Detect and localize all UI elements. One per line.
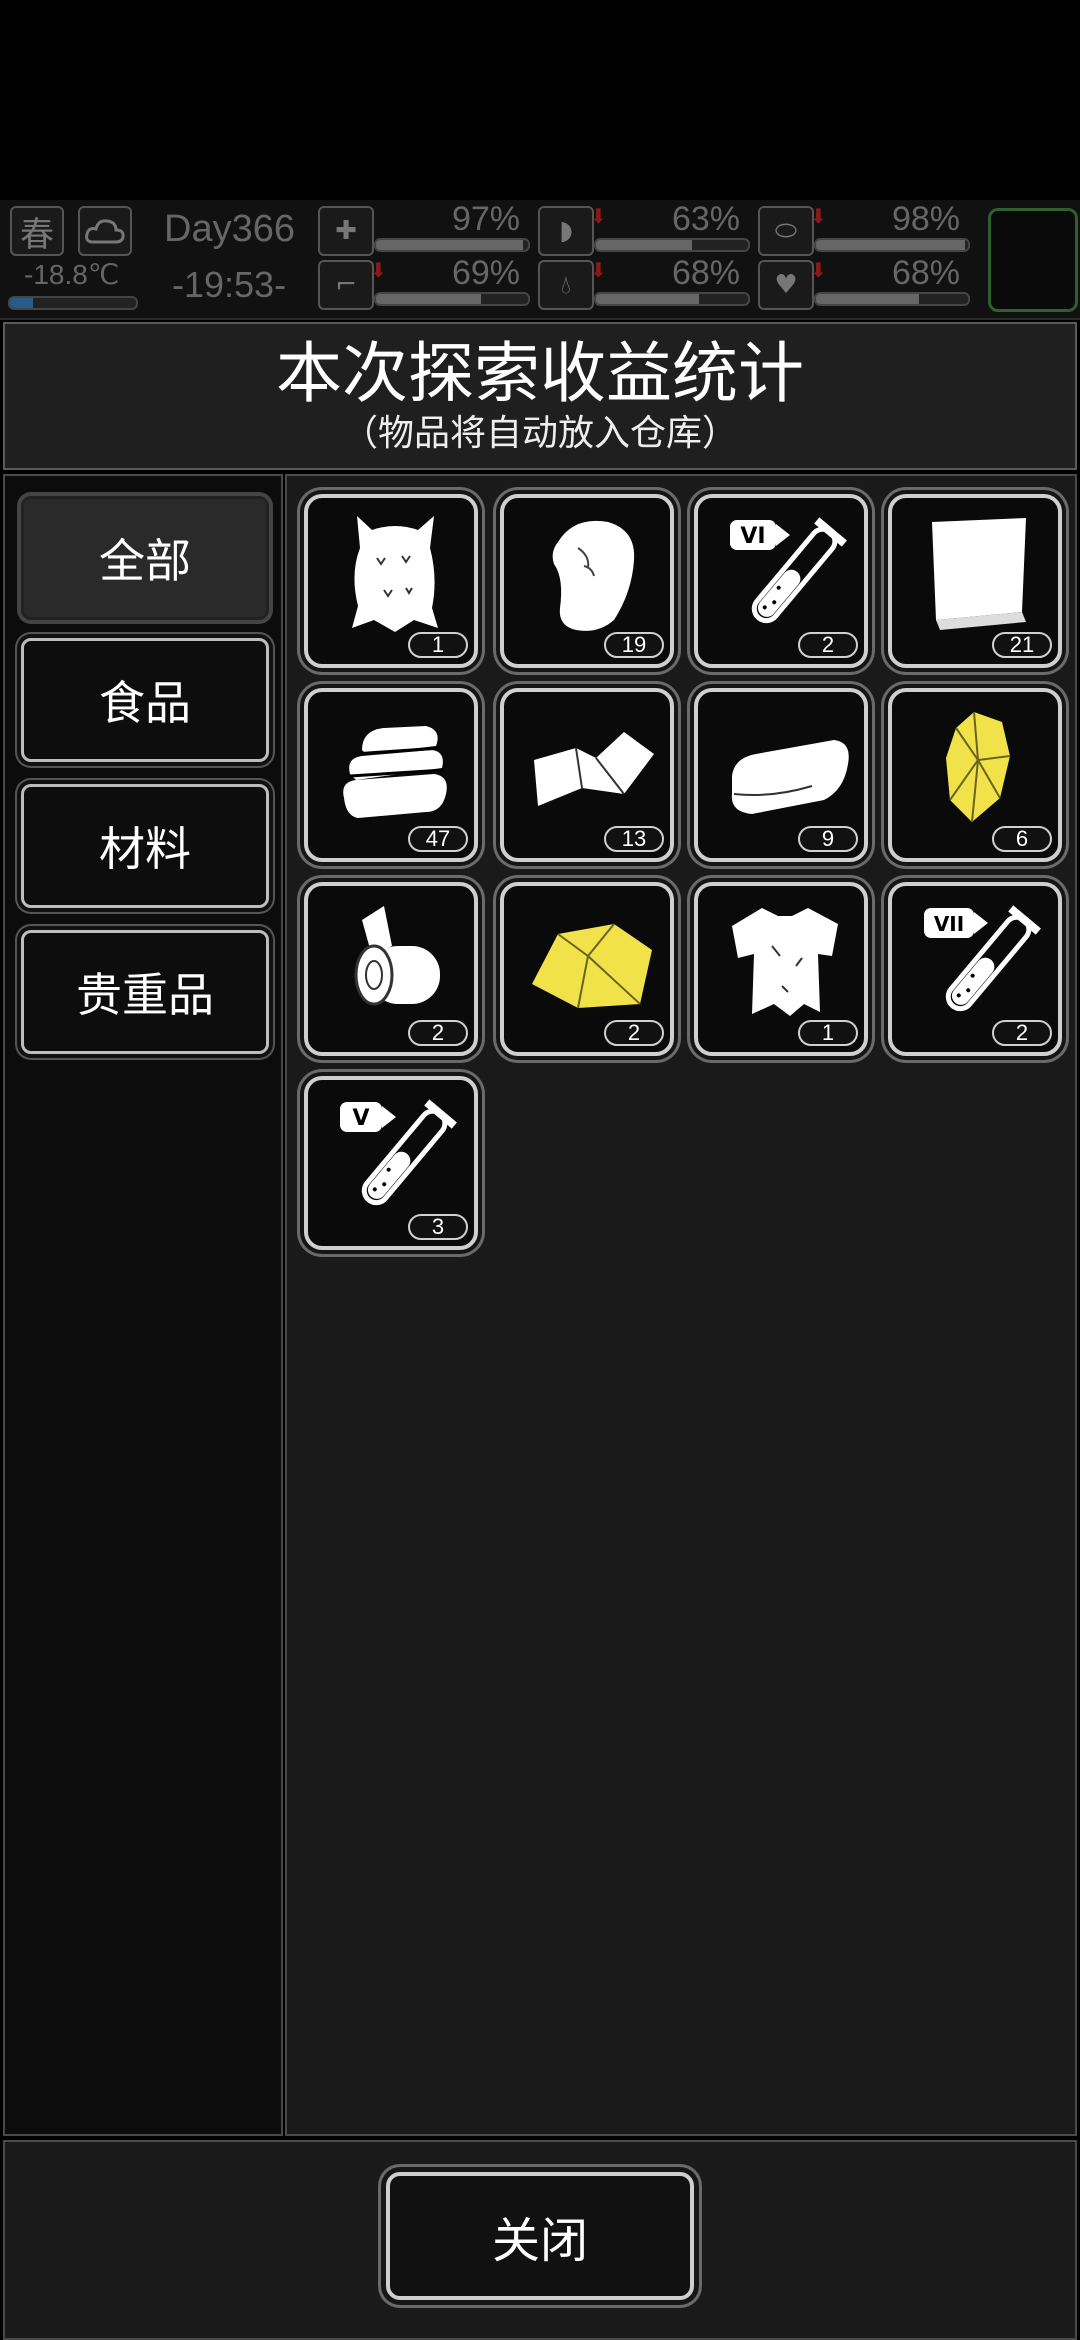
- item-slot[interactable]: 21: [888, 494, 1062, 668]
- item-count: 47: [408, 826, 468, 852]
- bandage-roll-icon: [354, 906, 440, 1006]
- top-blank-area: [0, 0, 1080, 200]
- folded-cloth-icon: [534, 732, 654, 806]
- category-tab-all[interactable]: 全部: [21, 496, 269, 620]
- stamina-bar: [374, 292, 530, 306]
- svg-text:VI: VI: [740, 524, 765, 549]
- category-label: 全部: [99, 534, 191, 588]
- pill-bar: [814, 238, 970, 252]
- status-bar: 春 -18.8℃ Day366 -19:53- ✚ 97% ◗ ⬇ 63% ⬭ …: [0, 200, 1080, 320]
- item-slot[interactable]: 1: [694, 882, 868, 1056]
- thirst-bar: [594, 292, 750, 306]
- potion-vii-icon: VII: [924, 905, 1041, 1012]
- temperature-bar: [8, 296, 138, 310]
- season-label: 春: [20, 214, 54, 255]
- fur-pelt-icon: [352, 516, 438, 632]
- category-label: 贵重品: [76, 968, 214, 1022]
- category-tab-valuables[interactable]: 贵重品: [21, 930, 269, 1054]
- leather-hide-icon: [552, 520, 635, 631]
- item-count: 6: [992, 826, 1052, 852]
- item-slot[interactable]: 2: [304, 882, 478, 1056]
- item-slot[interactable]: 13: [500, 688, 674, 862]
- item-slot[interactable]: 9: [694, 688, 868, 862]
- health-value: 97%: [451, 200, 520, 238]
- item-count: 1: [408, 632, 468, 658]
- water-drop-icon: 💧︎: [538, 260, 594, 310]
- item-count: 2: [604, 1020, 664, 1046]
- item-count: 9: [798, 826, 858, 852]
- category-label: 食品: [99, 676, 191, 730]
- item-count: 3: [408, 1214, 468, 1240]
- equipped-slot[interactable]: [988, 208, 1078, 312]
- pill-icon: ⬭: [758, 206, 814, 256]
- season-badge: 春: [10, 206, 64, 256]
- dialog-subtitle: （物品将自动放入仓库）: [341, 413, 738, 454]
- category-tab-food[interactable]: 食品: [21, 638, 269, 762]
- item-count: 19: [604, 632, 664, 658]
- item-count: 2: [408, 1020, 468, 1046]
- medkit-icon: ✚: [318, 206, 374, 256]
- mood-bar: [814, 292, 970, 306]
- potion-vi-icon: VI: [730, 517, 847, 624]
- pill-value: 98%: [891, 200, 960, 238]
- svg-text:V: V: [352, 1106, 369, 1131]
- category-label: 材料: [99, 822, 191, 876]
- item-slot[interactable]: VII 2: [888, 882, 1062, 1056]
- potion-v-icon: V: [340, 1099, 457, 1206]
- rolled-fabric-icon: [731, 740, 849, 814]
- yellow-crystal-icon: [946, 711, 1011, 823]
- thirst-value: 68%: [671, 254, 740, 292]
- boot-icon: ⌐: [318, 260, 374, 310]
- hunger-value: 63%: [671, 200, 740, 238]
- clock: -19:53-: [172, 264, 287, 305]
- yellow-cloth-icon: [532, 923, 652, 1009]
- health-bar: [374, 238, 530, 252]
- category-tab-materials[interactable]: 材料: [21, 784, 269, 908]
- item-slot[interactable]: 19: [500, 494, 674, 668]
- item-count: 1: [798, 1020, 858, 1046]
- item-count: 13: [604, 826, 664, 852]
- svg-text:VII: VII: [934, 912, 964, 936]
- temperature: -18.8℃: [24, 259, 120, 290]
- dialog-title: 本次探索收益统计: [276, 335, 804, 412]
- item-slot[interactable]: 6: [888, 688, 1062, 862]
- heart-icon: ♥: [758, 260, 814, 310]
- item-slot[interactable]: 1: [304, 494, 478, 668]
- item-count: 21: [992, 632, 1052, 658]
- close-button-label: 关闭: [491, 2213, 588, 2269]
- stamina-value: 69%: [451, 254, 520, 292]
- torn-shirt-icon: [732, 908, 838, 1016]
- item-slot[interactable]: V 3: [304, 1076, 478, 1250]
- stomach-icon: ◗: [538, 206, 594, 256]
- close-button[interactable]: 关闭: [386, 2172, 694, 2300]
- day-counter: Day366: [164, 208, 295, 250]
- folded-towels-icon: [343, 726, 447, 818]
- paper-sheets-icon: [932, 518, 1026, 630]
- cloud-icon: [78, 206, 132, 256]
- hunger-bar: [594, 238, 750, 252]
- item-count: 2: [992, 1020, 1052, 1046]
- item-count: 2: [798, 632, 858, 658]
- mood-value: 68%: [891, 254, 960, 292]
- item-slot[interactable]: 2: [500, 882, 674, 1056]
- category-sidebar: 全部 食品 材料 贵重品: [3, 474, 283, 2136]
- item-slot[interactable]: VI 2: [694, 494, 868, 668]
- item-slot[interactable]: 47: [304, 688, 478, 862]
